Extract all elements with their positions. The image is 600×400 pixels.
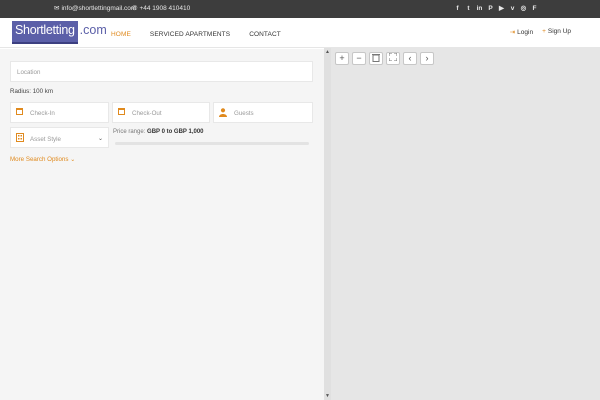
main-header: Shortletting .com HOME SERVICED APARTMEN…	[0, 18, 600, 48]
signup-label: Sign Up	[547, 28, 571, 35]
fullscreen-icon	[388, 52, 398, 62]
mail-icon: ✉	[54, 4, 60, 12]
asset-style-select[interactable]: Asset Style ⌄	[10, 127, 109, 148]
site-logo[interactable]: Shortletting .com	[12, 21, 108, 44]
pinterest-icon[interactable]: P	[487, 4, 494, 13]
scroll-up-icon[interactable]: ▲	[325, 49, 330, 55]
chevron-down-icon: ⌄	[97, 136, 103, 142]
price-range-value: GBP 0 to GBP 1,000	[147, 129, 204, 135]
price-slider[interactable]	[115, 142, 309, 145]
scroll-down-icon[interactable]: ▼	[325, 393, 330, 399]
whatsapp-icon: ✆	[132, 4, 138, 12]
next-button[interactable]: ›	[420, 52, 434, 65]
radius-label: Radius: 100 km	[10, 88, 53, 95]
chevron-down-icon: ⌄	[70, 156, 76, 163]
phone-text[interactable]: +44 1908 410410	[139, 5, 190, 12]
contact-phone[interactable]: ✆ +44 1908 410410	[132, 5, 190, 12]
fullscreen-button[interactable]	[386, 52, 400, 65]
contact-email[interactable]: ✉ info@shortlettingmail.com	[54, 5, 136, 12]
building-icon	[16, 133, 24, 142]
trash-button[interactable]	[369, 52, 383, 65]
price-range-label: Price range:	[113, 129, 146, 135]
login-link[interactable]: ⇥ Login	[510, 28, 533, 36]
guests-input[interactable]: Guests	[213, 102, 313, 123]
location-placeholder: Location	[17, 69, 41, 76]
checkout-placeholder: Check-Out	[132, 110, 162, 117]
more-search-label: More Search Options	[10, 156, 69, 163]
nav-home[interactable]: HOME	[111, 31, 131, 38]
signup-link[interactable]: + Sign Up	[542, 28, 571, 36]
asset-style-label: Asset Style	[30, 136, 61, 143]
previous-button[interactable]: ‹	[403, 52, 417, 65]
zoom-out-button[interactable]: −	[352, 52, 366, 65]
trash-icon	[372, 54, 380, 62]
price-range: Price range: GBP 0 to GBP 1,000	[113, 129, 204, 135]
foursquare-icon[interactable]: F	[531, 4, 538, 13]
location-input[interactable]: Location	[10, 61, 313, 82]
login-label: Login	[517, 29, 534, 36]
search-panel: Location Radius: 100 km Check-In Check-O…	[0, 49, 324, 400]
logo-suffix: .com	[79, 23, 107, 37]
top-bar: ✉ info@shortlettingmail.com ✆ +44 1908 4…	[0, 0, 600, 18]
logo-main: Shortletting	[12, 21, 78, 44]
signup-icon: +	[542, 28, 546, 35]
panel-scrollbar[interactable]: ▲ ▼	[324, 48, 331, 400]
checkout-input[interactable]: Check-Out	[112, 102, 210, 123]
user-icon	[219, 108, 227, 117]
calendar-icon	[16, 108, 24, 116]
facebook-icon[interactable]: f	[454, 4, 461, 13]
map-area[interactable]: + − ‹ ›	[331, 48, 600, 400]
linkedin-icon[interactable]: in	[476, 4, 483, 13]
nav-serviced-apartments[interactable]: SERVICED APARTMENTS	[150, 31, 230, 38]
youtube-icon[interactable]: ▶	[498, 4, 505, 13]
guests-placeholder: Guests	[234, 110, 254, 117]
main-nav: HOME SERVICED APARTMENTS CONTACT	[111, 31, 300, 38]
auth-links: ⇥ Login + Sign Up	[510, 28, 571, 36]
login-icon: ⇥	[509, 29, 516, 36]
instagram-icon[interactable]: ◎	[520, 4, 527, 13]
zoom-in-button[interactable]: +	[335, 52, 349, 65]
vimeo-icon[interactable]: v	[509, 4, 516, 13]
calendar-icon	[118, 108, 126, 116]
twitter-icon[interactable]: t	[465, 4, 472, 13]
more-search-options[interactable]: More Search Options ⌄	[10, 156, 75, 163]
checkin-placeholder: Check-In	[30, 110, 55, 117]
nav-contact[interactable]: CONTACT	[249, 31, 281, 38]
email-text[interactable]: info@shortlettingmail.com	[61, 5, 136, 12]
checkin-input[interactable]: Check-In	[10, 102, 109, 123]
social-links: f t in P ▶ v ◎ F	[454, 4, 538, 13]
